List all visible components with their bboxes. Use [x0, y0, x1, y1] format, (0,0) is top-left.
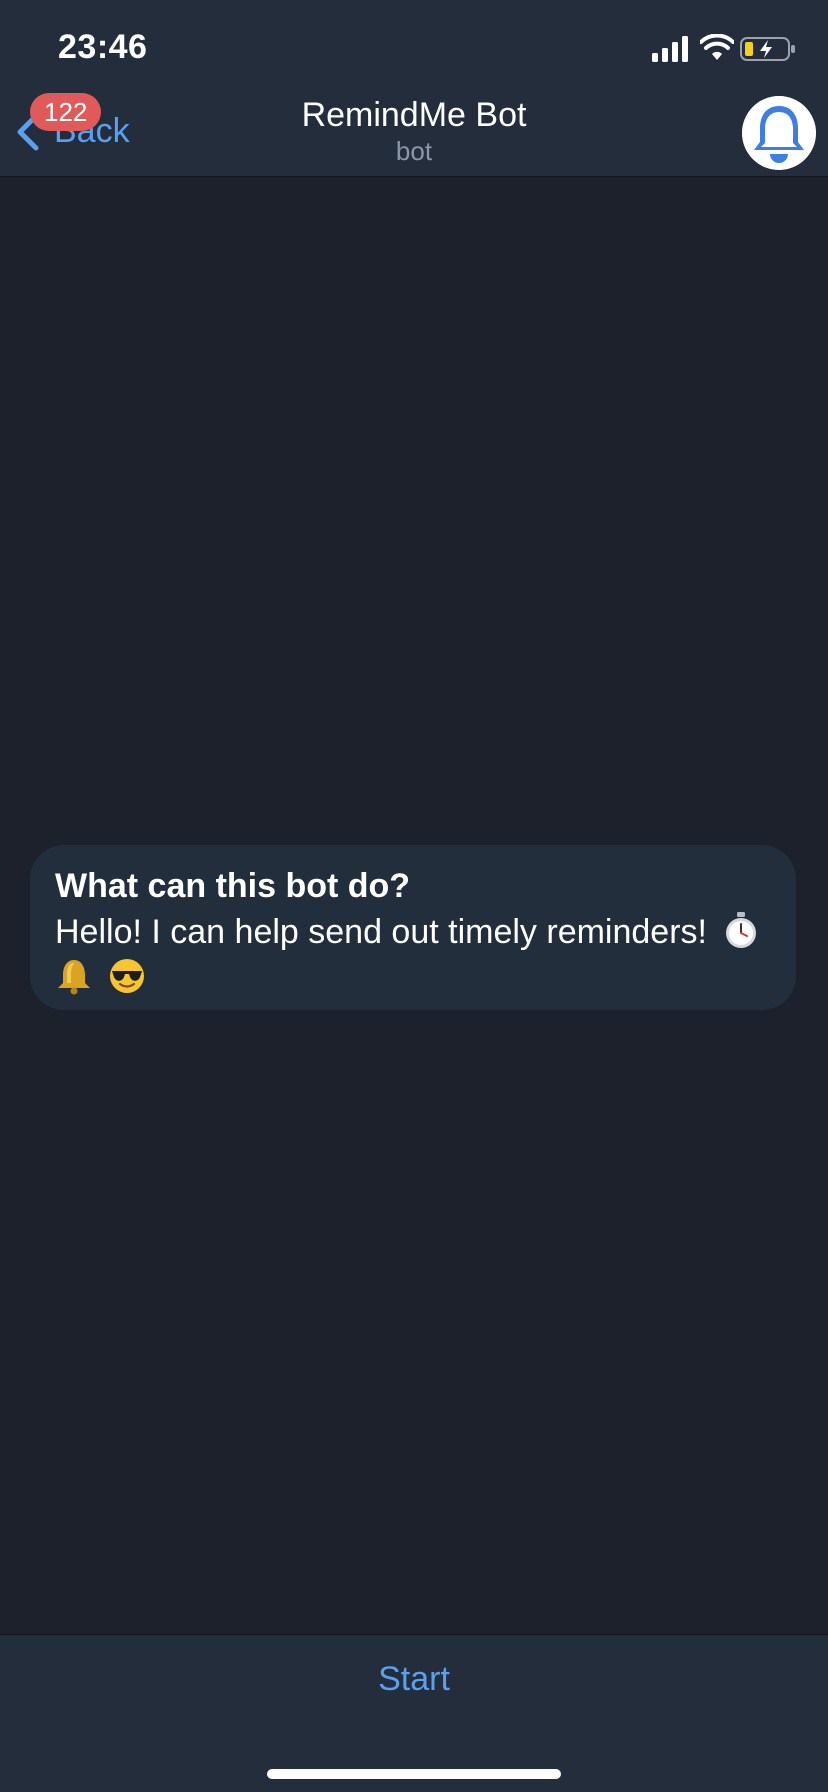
bell-icon: [742, 96, 816, 170]
chat-subtitle: bot: [395, 136, 433, 166]
bot-info-heading: What can this bot do?: [55, 867, 411, 905]
navigation-bar: 23:46 Back 122 RemindMe Bot bot: [0, 0, 828, 177]
start-button[interactable]: Start: [0, 1635, 828, 1723]
bell-emoji: [55, 957, 93, 995]
battery-charging-icon: [740, 37, 795, 61]
bot-info-message: Hello! I can help send out timely remind…: [55, 913, 707, 951]
stopwatch-emoji: [722, 911, 760, 949]
bot-avatar[interactable]: [742, 96, 816, 170]
signal-icon: [652, 36, 688, 62]
sunglasses-emoji: [108, 957, 146, 995]
bot-info-bubble: What can this bot do? Hello! I can help …: [30, 845, 796, 1010]
wifi-icon: [700, 34, 734, 60]
status-time: 23:46: [58, 28, 148, 66]
bottom-bar: Start: [0, 1634, 828, 1792]
home-indicator[interactable]: [267, 1769, 561, 1779]
bot-info-text: Hello! I can help send out timely remind…: [55, 909, 770, 1001]
chat-screen: 23:46 Back 122 RemindMe Bot bot What can…: [0, 0, 828, 1792]
chat-title: RemindMe Bot: [301, 96, 527, 134]
